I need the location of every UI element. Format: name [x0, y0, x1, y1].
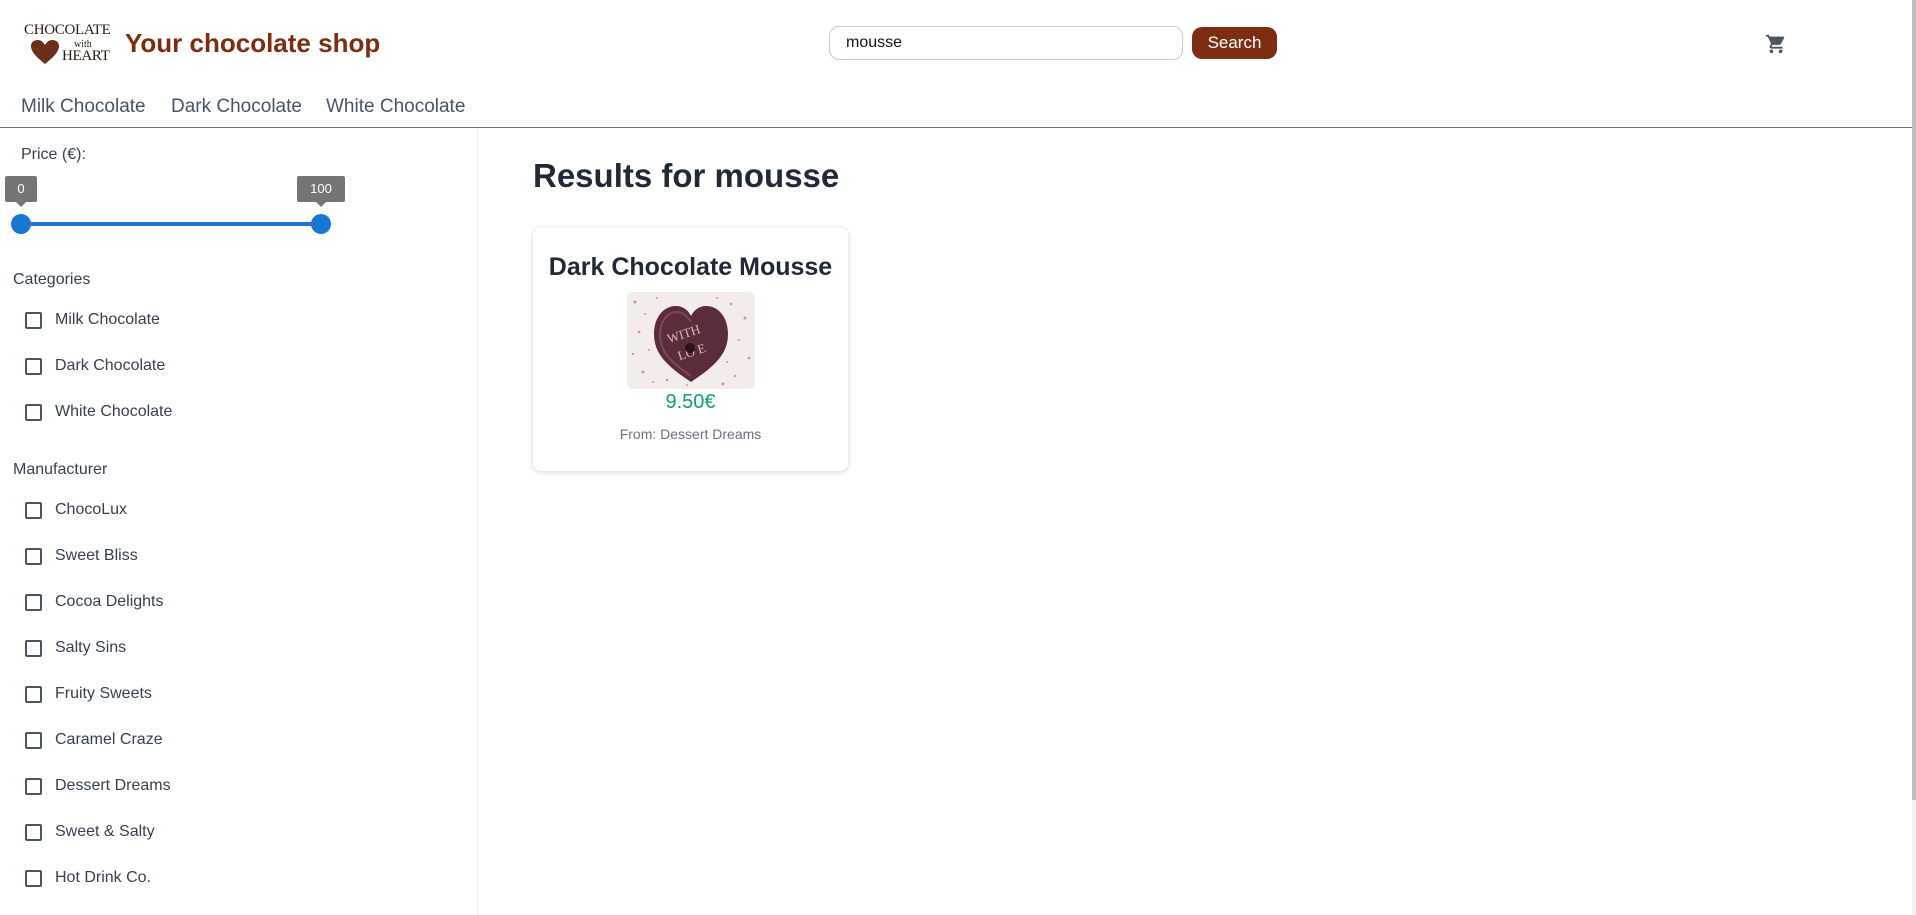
- scrollbar[interactable]: [1912, 0, 1916, 915]
- checkbox[interactable]: [25, 501, 42, 519]
- checkbox[interactable]: [25, 823, 42, 841]
- manufacturer-checkbox-sweet-and-salty[interactable]: Sweet & Salty: [25, 820, 155, 844]
- product-card[interactable]: Dark Chocolate Mousse WITH LO E 9.50€ Fr…: [533, 228, 848, 471]
- price-slider-track[interactable]: [20, 222, 321, 226]
- checkbox[interactable]: [25, 593, 42, 611]
- checkbox-label: White Chocolate: [55, 403, 173, 420]
- manufacturer-checkbox-dessert-dreams[interactable]: Dessert Dreams: [25, 774, 171, 798]
- cart-icon[interactable]: [1765, 33, 1787, 55]
- results-title: Results for mousse: [533, 157, 840, 194]
- manufacturer-checkbox-cocoa-delights[interactable]: Cocoa Delights: [25, 590, 164, 614]
- checkbox-label: Dessert Dreams: [55, 777, 171, 794]
- checkbox-label: Fruity Sweets: [55, 685, 152, 702]
- product-price: 9.50€: [665, 391, 716, 413]
- checkbox[interactable]: [25, 403, 42, 421]
- checkbox[interactable]: [25, 731, 42, 749]
- product-manufacturer: From: Dessert Dreams: [619, 426, 762, 442]
- category-checkbox-dark-chocolate[interactable]: Dark Chocolate: [25, 354, 165, 378]
- logo-line-3: HEART: [62, 48, 110, 64]
- manufacturer-heading: Manufacturer: [13, 461, 108, 478]
- search-input[interactable]: [829, 26, 1183, 60]
- price-max-tooltip: 100: [297, 176, 345, 207]
- manufacturer-checkbox-fruity-sweets[interactable]: Fruity Sweets: [25, 682, 152, 706]
- checkbox-label: Sweet & Salty: [55, 823, 155, 840]
- heart-logo-icon: [31, 40, 59, 64]
- price-filter-label: Price (€):: [21, 146, 86, 163]
- logo-line-1: CHOCOLATE: [24, 22, 111, 38]
- checkbox-label: Hot Drink Co.: [55, 869, 152, 886]
- checkbox[interactable]: [25, 777, 42, 795]
- checkbox-label: Sweet Bliss: [55, 547, 138, 564]
- category-checkbox-milk-chocolate[interactable]: Milk Chocolate: [25, 308, 160, 332]
- product-image[interactable]: WITH LO E: [627, 292, 755, 389]
- checkbox-label: Salty Sins: [55, 639, 127, 656]
- shop-title: Your chocolate shop: [125, 28, 381, 58]
- header: CHOCOLATE with HEART Your chocolate shop…: [0, 0, 1912, 86]
- checkbox[interactable]: [25, 639, 42, 657]
- checkbox-label: Caramel Craze: [55, 731, 163, 748]
- nav-item-white-chocolate[interactable]: White Chocolate: [326, 96, 465, 118]
- price-max-thumb[interactable]: [311, 214, 331, 234]
- manufacturer-checkbox-salty-sins[interactable]: Salty Sins: [25, 636, 126, 660]
- scrollbar-thumb[interactable]: [1912, 0, 1916, 800]
- checkbox[interactable]: [25, 685, 42, 703]
- checkbox[interactable]: [25, 357, 42, 375]
- manufacturer-checkbox-chocolux[interactable]: ChocoLux: [25, 498, 127, 522]
- checkbox-label: Cocoa Delights: [55, 593, 164, 610]
- category-nav: Milk Chocolate Dark Chocolate White Choc…: [0, 86, 1912, 128]
- checkbox-label: Milk Chocolate: [55, 311, 160, 328]
- price-min-thumb[interactable]: [11, 214, 31, 234]
- manufacturer-checkbox-caramel-craze[interactable]: Caramel Craze: [25, 728, 163, 752]
- search-button[interactable]: Search: [1192, 27, 1277, 59]
- nav-item-dark-chocolate[interactable]: Dark Chocolate: [171, 96, 302, 118]
- filter-sidebar: Price (€): 0 100 Categories Milk Chocola…: [0, 129, 478, 915]
- nav-item-milk-chocolate[interactable]: Milk Chocolate: [21, 96, 146, 118]
- logo[interactable]: CHOCOLATE with HEART: [24, 20, 116, 66]
- checkbox-label: Dark Chocolate: [55, 357, 166, 374]
- manufacturer-checkbox-hot-drink-co[interactable]: Hot Drink Co.: [25, 866, 151, 890]
- checkbox[interactable]: [25, 547, 42, 565]
- manufacturer-checkbox-sweet-bliss[interactable]: Sweet Bliss: [25, 544, 138, 568]
- price-min-tooltip: 0: [5, 176, 37, 207]
- checkbox-label: ChocoLux: [55, 501, 128, 518]
- checkbox[interactable]: [25, 311, 42, 329]
- checkbox[interactable]: [25, 869, 42, 887]
- product-name[interactable]: Dark Chocolate Mousse: [533, 253, 848, 282]
- category-checkbox-white-chocolate[interactable]: White Chocolate: [25, 400, 172, 424]
- categories-heading: Categories: [13, 271, 91, 288]
